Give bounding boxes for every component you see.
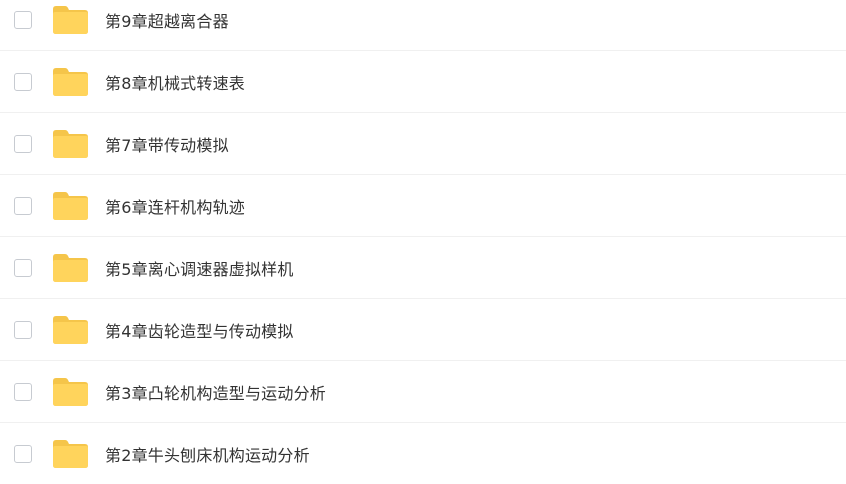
file-name[interactable]: 第5章离心调速器虚拟样机 [105, 256, 294, 280]
file-row[interactable]: 第2章牛头刨床机构运动分析 [0, 423, 846, 484]
folder-icon [53, 191, 88, 220]
file-row[interactable]: 第5章离心调速器虚拟样机 [0, 237, 846, 299]
file-name[interactable]: 第2章牛头刨床机构运动分析 [105, 442, 310, 466]
row-checkbox[interactable] [14, 382, 32, 401]
row-checkbox[interactable] [14, 10, 32, 29]
file-row[interactable]: 第6章连杆机构轨迹 [0, 175, 846, 237]
row-checkbox[interactable] [14, 445, 32, 463]
folder-icon [53, 67, 88, 96]
row-checkbox[interactable] [14, 320, 32, 339]
folder-icon [53, 315, 88, 344]
row-checkbox[interactable] [14, 258, 32, 277]
file-list: 第9章超越离合器 第8章机械式转速表 第7章带传动模拟 第6章连杆机构轨迹 第5… [0, 0, 846, 473]
file-row[interactable]: 第9章超越离合器 [0, 0, 846, 51]
file-name[interactable]: 第3章凸轮机构造型与运动分析 [105, 380, 326, 404]
file-row[interactable]: 第7章带传动模拟 [0, 113, 846, 175]
file-name[interactable]: 第7章带传动模拟 [105, 132, 229, 156]
row-checkbox[interactable] [14, 134, 32, 153]
row-checkbox[interactable] [14, 72, 32, 91]
file-name[interactable]: 第6章连杆机构轨迹 [105, 194, 245, 218]
file-name[interactable]: 第9章超越离合器 [105, 8, 229, 32]
folder-icon [53, 253, 88, 282]
folder-icon [53, 129, 88, 158]
file-row[interactable]: 第8章机械式转速表 [0, 51, 846, 113]
folder-icon [53, 5, 88, 34]
file-row[interactable]: 第4章齿轮造型与传动模拟 [0, 299, 846, 361]
file-name[interactable]: 第8章机械式转速表 [105, 70, 245, 94]
row-checkbox[interactable] [14, 196, 32, 215]
folder-icon [53, 440, 88, 468]
folder-icon [53, 377, 88, 406]
file-row[interactable]: 第3章凸轮机构造型与运动分析 [0, 361, 846, 423]
file-name[interactable]: 第4章齿轮造型与传动模拟 [105, 318, 294, 342]
